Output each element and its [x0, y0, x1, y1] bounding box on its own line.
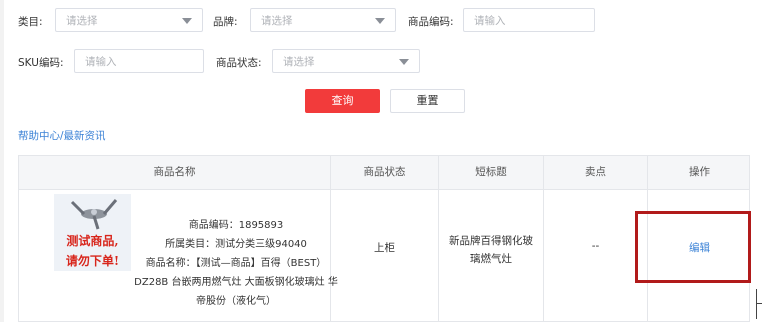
product-thumbnail: 测试商品, 请勿下单!	[54, 194, 131, 271]
header-product-name: 商品名称	[153, 166, 196, 178]
reset-button[interactable]: 重置	[390, 89, 465, 113]
product-category-text: 所属类目：测试分类三级94040	[165, 239, 307, 250]
gas-stove-icon	[70, 199, 118, 230]
brand-label: 品牌:	[213, 16, 238, 28]
brand-select[interactable]: 请选择	[250, 8, 396, 32]
thumbnail-text-1: 测试商品,	[66, 234, 119, 248]
column-divider	[543, 156, 544, 321]
product-code-placeholder: 请输入	[474, 15, 506, 27]
sku-code-placeholder: 请输入	[85, 56, 117, 68]
table-header: 商品名称 商品状态 短标题 卖点 操作	[19, 156, 749, 190]
text-cursor-mark	[756, 289, 757, 319]
column-divider	[438, 156, 439, 321]
product-name-text: 商品名称：【测试—商品】百得（BEST）DZ28B 台嵌两用燃气灶 大面板钢化玻…	[134, 258, 338, 307]
header-short-title: 短标题	[475, 166, 507, 178]
sku-code-label: SKU编码:	[18, 57, 64, 69]
sku-code-input[interactable]: 请输入	[74, 49, 204, 73]
category-placeholder: 请选择	[66, 15, 98, 27]
header-selling-point: 卖点	[585, 166, 606, 178]
help-center-link[interactable]: 帮助中心/最新资讯	[18, 128, 106, 143]
status-select[interactable]: 请选择	[272, 49, 420, 73]
product-code-text: 商品编码：1895893	[188, 220, 284, 231]
product-info: 商品编码：1895893 所属类目：测试分类三级94040 商品名称：【测试—商…	[131, 216, 341, 311]
header-operation: 操作	[689, 166, 710, 178]
thumbnail-text-2: 请勿下单!	[65, 254, 120, 268]
chevron-down-icon	[375, 18, 385, 24]
page-left-border	[0, 0, 4, 322]
short-title-cell: 新品牌百得钢化玻璃燃气灶	[449, 235, 533, 265]
chevron-down-icon	[182, 18, 192, 24]
product-code-input[interactable]: 请输入	[463, 8, 595, 32]
text-cursor-mark	[757, 303, 762, 304]
product-code-label: 商品编码:	[408, 16, 454, 28]
category-label: 类目:	[18, 16, 43, 28]
brand-placeholder: 请选择	[261, 15, 293, 27]
selling-point-cell: --	[591, 240, 600, 252]
status-label: 商品状态:	[216, 57, 262, 69]
status-cell: 上柜	[374, 242, 395, 254]
category-select[interactable]: 请选择	[55, 8, 203, 32]
chevron-down-icon	[399, 59, 409, 65]
highlight-box	[635, 211, 751, 283]
query-button[interactable]: 查询	[305, 89, 380, 113]
header-status: 商品状态	[363, 166, 406, 178]
status-placeholder: 请选择	[283, 56, 315, 68]
